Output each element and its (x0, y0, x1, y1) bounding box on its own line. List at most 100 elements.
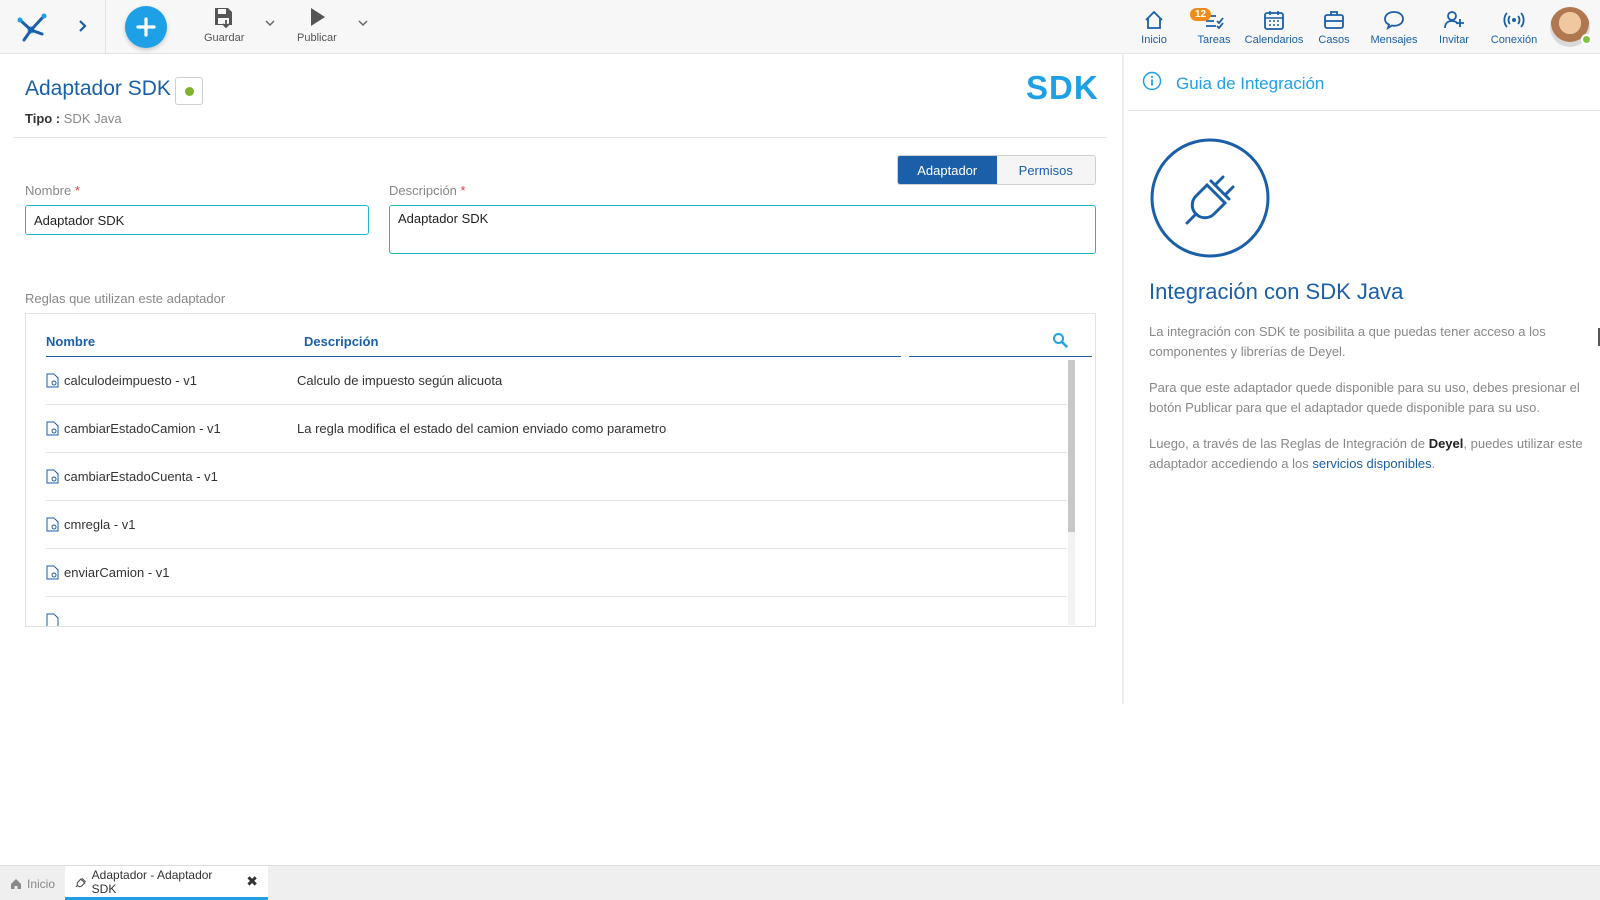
rule-description: Calculo de impuesto según alicuota (297, 373, 503, 388)
nav-label-casos: Casos (1318, 34, 1350, 46)
nav-label-mensajes: Mensajes (1370, 34, 1418, 46)
guide-header: Guia de Integración (1128, 55, 1600, 111)
publish-label: Publicar (297, 32, 337, 44)
rule-file-icon (46, 565, 59, 580)
bottom-tab-adaptador-label: Adaptador - Adaptador SDK (91, 867, 213, 896)
rule-file-icon (46, 373, 59, 388)
close-tab-icon[interactable]: ✖ (246, 873, 258, 890)
guide-title: Guia de Integración (1176, 74, 1325, 93)
section-tabs: Adaptador Permisos (897, 155, 1096, 185)
calendar-icon (1264, 11, 1284, 30)
rule-file-icon (46, 469, 59, 484)
rules-section-label: Reglas que utilizan este adaptador (25, 291, 226, 306)
nav-item-casos[interactable]: Casos (1304, 0, 1364, 54)
toolbar-divider (105, 0, 106, 54)
publish-options-chevron-down-icon[interactable] (357, 18, 369, 28)
guide-p3-text-a: Luego, a través de las Reglas de Integra… (1149, 436, 1429, 451)
guide-paragraph-2: Para que este adaptador quede disponible… (1149, 380, 1580, 415)
tab-adaptador[interactable]: Adaptador (898, 156, 997, 184)
rule-name[interactable]: calculodeimpuesto - v1 (64, 373, 197, 388)
table-scrollbar-thumb[interactable] (1068, 360, 1075, 532)
rule-name[interactable]: enviarCamion - v1 (64, 565, 170, 580)
col-header-descripcion[interactable]: Descripción (304, 334, 378, 349)
descripcion-label: Descripción * (389, 183, 466, 198)
nav-item-calendarios[interactable]: Calendarios (1244, 0, 1304, 54)
nav-label-invitar: Invitar (1439, 34, 1469, 46)
nav-label-calendarios: Calendarios (1244, 34, 1304, 46)
nav-item-inicio[interactable]: Inicio (1124, 0, 1184, 54)
play-icon (310, 8, 325, 26)
home-icon (1145, 10, 1163, 29)
plug-small-icon (75, 877, 87, 887)
rule-name[interactable]: cmregla - v1 (64, 517, 136, 532)
guide-p3-brand: Deyel (1428, 436, 1464, 451)
descripcion-textarea[interactable]: Adaptador SDK (389, 205, 1096, 254)
table-row[interactable]: calculodeimpuesto - v1 Calculo de impues… (46, 357, 1067, 405)
briefcase-icon (1324, 11, 1344, 29)
add-user-icon (1444, 11, 1464, 29)
save-label: Guardar (204, 32, 245, 44)
save-options-chevron-down-icon[interactable] (264, 18, 276, 28)
available-services-link[interactable]: servicios disponibles (1312, 456, 1431, 471)
save-icon (215, 8, 233, 28)
nav-label-inicio: Inicio (1141, 34, 1167, 46)
page-title: Adaptador SDK (25, 77, 171, 100)
save-button[interactable]: Guardar (204, 6, 244, 44)
bottom-tab-inicio-label: Inicio (27, 876, 56, 891)
status-indicator[interactable] (175, 77, 203, 105)
panel-divider (1122, 55, 1124, 704)
nombre-label: Nombre * (25, 183, 80, 198)
nombre-required-mark: * (74, 183, 80, 198)
bottom-tab-bar: Inicio Adaptador - Adaptador SDK ✖ (0, 865, 1600, 900)
rule-file-icon (46, 421, 59, 436)
info-icon (1142, 71, 1162, 91)
tipo-label: Tipo : (25, 111, 61, 126)
nav-label-tareas: Tareas (1197, 34, 1231, 46)
home-icon (11, 878, 21, 889)
deyel-logo-icon[interactable] (14, 10, 48, 44)
add-button[interactable] (125, 6, 167, 48)
descripcion-label-text: Descripción (389, 183, 457, 198)
user-avatar[interactable] (1550, 7, 1592, 47)
nombre-label-text: Nombre (25, 183, 72, 198)
integration-guide-panel: Guia de Integración Integración con SDK … (1128, 55, 1600, 704)
chat-icon (1384, 11, 1404, 31)
online-status-dot (1581, 34, 1592, 45)
status-dot (184, 86, 194, 96)
nav-item-tareas[interactable]: 12 Tareas (1184, 0, 1244, 54)
rules-table: Nombre Descripción calculodeimpuesto - v… (25, 313, 1096, 627)
nav-label-conexion: Conexión (1490, 34, 1538, 46)
adapter-main-panel: Adaptador SDK Tipo : SDK Java SDK Adapta… (0, 55, 1106, 704)
nav-item-conexion[interactable]: Conexión (1484, 0, 1544, 54)
tasks-badge: 12 (1190, 8, 1212, 21)
rule-description: La regla modifica el estado del camion e… (297, 421, 667, 436)
search-icon[interactable] (1052, 332, 1068, 348)
guide-p3-text-c: . (1431, 455, 1436, 471)
rule-name[interactable]: cambiarEstadoCuenta - v1 (64, 469, 218, 484)
nombre-input[interactable]: Adaptador SDK (25, 205, 369, 235)
rule-name[interactable]: cambiarEstadoCamion - v1 (64, 421, 221, 436)
tab-permisos[interactable]: Permisos (996, 156, 1095, 184)
bottom-tab-adaptador[interactable]: Adaptador - Adaptador SDK ✖ (65, 866, 268, 900)
table-row[interactable]: enviarCamion - v1 (46, 549, 1067, 597)
table-row[interactable]: cambiarEstadoCuenta - v1 (46, 453, 1067, 501)
main-nav: Inicio 12 Tareas Calendarios Casos Mensa… (1124, 0, 1600, 54)
guide-heading: Integración con SDK Java (1149, 279, 1404, 304)
bottom-tab-inicio[interactable]: Inicio (0, 866, 65, 900)
col-header-nombre[interactable]: Nombre (46, 334, 95, 349)
nav-item-mensajes[interactable]: Mensajes (1364, 0, 1424, 54)
guide-paragraph-1: La integración con SDK te posibilita a q… (1149, 324, 1546, 359)
table-row[interactable]: cambiarEstadoCamion - v1 La regla modifi… (46, 405, 1067, 453)
plus-icon (136, 17, 156, 37)
adapter-type: Tipo : SDK Java (25, 111, 122, 126)
table-row[interactable] (46, 597, 1067, 626)
table-row[interactable]: cmregla - v1 (46, 501, 1067, 549)
expand-menu-icon[interactable] (74, 15, 92, 37)
publish-button[interactable]: Publicar (297, 6, 337, 44)
rule-file-icon (46, 613, 59, 626)
nav-item-invitar[interactable]: Invitar (1424, 0, 1484, 54)
tipo-value: SDK Java (63, 111, 122, 126)
guide-paragraph-3: Luego, a través de las Reglas de Integra… (1149, 434, 1589, 473)
rule-file-icon (46, 517, 59, 532)
top-toolbar: Guardar Publicar Inicio 12 Tareas Calend… (0, 0, 1600, 54)
